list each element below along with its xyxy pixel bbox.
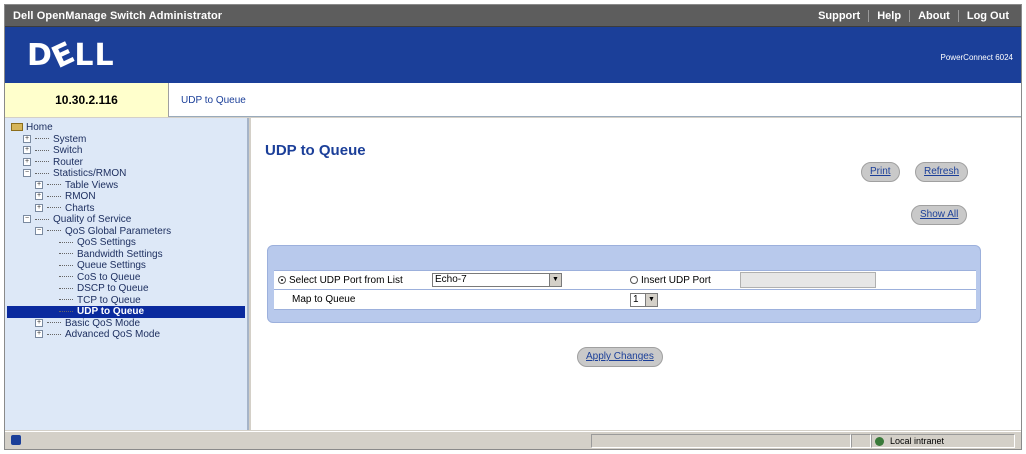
map-queue-row: Map to Queue 1 ▼ <box>274 290 976 310</box>
dell-banner: DELL PowerConnect 6024 <box>5 27 1021 83</box>
expand-icon[interactable]: + <box>35 203 43 212</box>
print-button[interactable]: Print <box>861 162 900 182</box>
expand-icon[interactable]: + <box>35 318 43 327</box>
app-title: Dell OpenManage Switch Administrator <box>13 10 223 22</box>
top-header-bar: Dell OpenManage Switch Administrator Sup… <box>5 5 1021 27</box>
expand-icon[interactable]: + <box>35 330 43 339</box>
sidebar-item[interactable]: + Charts <box>7 203 245 215</box>
intranet-globe-icon <box>875 437 884 446</box>
help-link[interactable]: Help <box>868 10 909 22</box>
collapse-icon[interactable]: − <box>23 169 31 178</box>
expand-icon[interactable]: + <box>23 146 31 155</box>
logout-link[interactable]: Log Out <box>957 10 1017 22</box>
sidebar-item[interactable]: + Router <box>7 157 245 169</box>
sidebar-item[interactable]: + System <box>7 134 245 146</box>
radio-checked-icon[interactable] <box>278 276 286 285</box>
sidebar-item[interactable]: Home <box>7 122 245 134</box>
ie-page-icon <box>11 435 21 445</box>
radio-unchecked-icon[interactable] <box>630 276 638 285</box>
chevron-down-icon[interactable]: ▼ <box>645 294 657 306</box>
main-content: UDP to Queue Print Refresh Show All Sele… <box>251 118 1021 430</box>
expand-icon[interactable]: + <box>35 180 43 189</box>
refresh-button[interactable]: Refresh <box>915 162 969 182</box>
page-title: UDP to Queue <box>265 142 366 159</box>
header-links: Support Help About Log Out <box>810 10 1017 22</box>
device-ip: 10.30.2.116 <box>5 83 169 117</box>
sidebar-item[interactable]: + Table Views <box>7 180 245 192</box>
expand-icon[interactable]: + <box>35 192 43 201</box>
about-link[interactable]: About <box>909 10 958 22</box>
product-model: PowerConnect 6024 <box>940 53 1014 62</box>
navigation-tree: Home + System + Switch + Router − Statistics/RMO… <box>5 118 249 430</box>
udp-mapping-panel: Select UDP Port from List Echo-7 ▼ Inser… <box>267 245 981 323</box>
sidebar-item[interactable]: UDP to Queue <box>7 306 245 318</box>
browser-window: Dell OpenManage Switch Administrator Sup… <box>4 4 1022 450</box>
folder-icon <box>11 123 23 132</box>
sidebar-item[interactable]: TCP to Queue <box>7 295 245 307</box>
udp-port-select[interactable]: Echo-7 ▼ <box>432 273 562 287</box>
status-cell <box>591 434 851 448</box>
collapse-icon[interactable]: − <box>35 226 43 235</box>
sidebar-item[interactable]: CoS to Queue <box>7 272 245 284</box>
sidebar-item[interactable]: + RMON <box>7 191 245 203</box>
status-bar: Local intranet <box>5 431 1021 449</box>
sidebar-item[interactable]: QoS Settings <box>7 237 245 249</box>
udp-port-row: Select UDP Port from List Echo-7 ▼ Inser… <box>274 270 976 290</box>
expand-icon[interactable]: + <box>23 134 31 143</box>
sidebar-item[interactable]: − QoS Global Parameters <box>7 226 245 238</box>
address-row: 10.30.2.116 UDP to Queue <box>5 83 1021 117</box>
support-link[interactable]: Support <box>810 10 868 22</box>
sidebar-item[interactable]: Bandwidth Settings <box>7 249 245 261</box>
map-to-queue-label: Map to Queue <box>292 294 356 305</box>
sidebar-item[interactable]: + Switch <box>7 145 245 157</box>
select-port-option[interactable]: Select UDP Port from List <box>278 275 403 286</box>
sidebar-item[interactable]: − Quality of Service <box>7 214 245 226</box>
dell-logo: DELL <box>27 35 115 76</box>
sidebar-item[interactable]: + Basic QoS Mode <box>7 318 245 330</box>
status-cell <box>851 434 871 448</box>
chevron-down-icon[interactable]: ▼ <box>549 274 561 286</box>
security-zone: Local intranet <box>871 434 1015 448</box>
collapse-icon[interactable]: − <box>23 215 31 224</box>
breadcrumb[interactable]: UDP to Queue <box>181 95 246 106</box>
insert-port-option[interactable]: Insert UDP Port <box>630 275 711 286</box>
sidebar-item[interactable]: DSCP to Queue <box>7 283 245 295</box>
queue-select[interactable]: 1 ▼ <box>630 293 658 307</box>
udp-port-input[interactable] <box>740 272 876 288</box>
expand-icon[interactable]: + <box>23 157 31 166</box>
show-all-button[interactable]: Show All <box>911 205 968 225</box>
apply-changes-button[interactable]: Apply Changes <box>577 347 663 367</box>
sidebar-item[interactable]: + Advanced QoS Mode <box>7 329 245 341</box>
sidebar-item[interactable]: Queue Settings <box>7 260 245 272</box>
sidebar-item[interactable]: − Statistics/RMON <box>7 168 245 180</box>
